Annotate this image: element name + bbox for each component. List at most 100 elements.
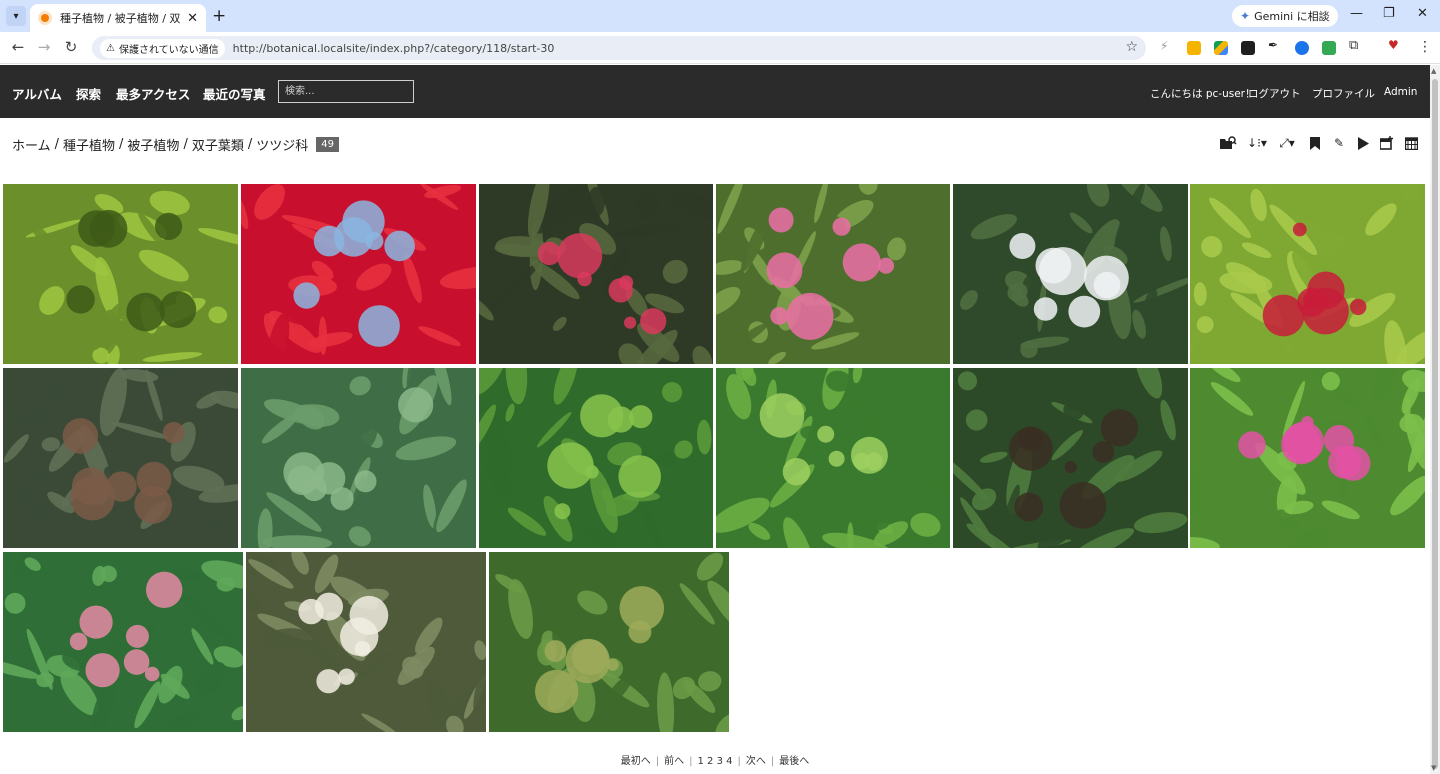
pager-separator: | bbox=[737, 756, 741, 767]
tab-title: 種子植物 / 被子植物 / 双子葉類 bbox=[60, 12, 181, 25]
warning-triangle-icon: ⚠ bbox=[106, 42, 115, 54]
forward-arrow-icon[interactable]: → bbox=[34, 38, 54, 56]
calendar-add-icon[interactable] bbox=[1378, 134, 1396, 152]
profile-avatar-icon[interactable]: ♥ bbox=[1388, 38, 1402, 52]
thumb-pink-azalea-bush[interactable] bbox=[1190, 368, 1425, 548]
thumb-rhododendron-leaves-yellow[interactable] bbox=[3, 184, 238, 364]
favorite-icon[interactable] bbox=[1306, 134, 1324, 152]
puzzle-extensions-icon[interactable]: ⧉ bbox=[1349, 38, 1363, 53]
scroll-up-icon[interactable]: ▲ bbox=[1431, 67, 1436, 75]
thumb-dark-rhododendron-leaves[interactable] bbox=[3, 368, 238, 548]
pager-prev-link[interactable]: 前へ bbox=[664, 756, 684, 767]
thumb-pink-rhododendron-dark[interactable] bbox=[479, 184, 713, 364]
thumbnail-image bbox=[3, 184, 238, 364]
pen-extension-icon[interactable]: ✒ bbox=[1268, 38, 1282, 52]
translate-extension-icon[interactable] bbox=[1322, 41, 1336, 55]
drive-extension-icon[interactable] bbox=[1214, 41, 1228, 55]
thumbnail-image bbox=[1190, 184, 1425, 364]
browser-tab[interactable]: 種子植物 / 被子植物 / 双子葉類 ✕ bbox=[30, 4, 206, 32]
pagination: 最初へ | 前へ | 1 2 3 4 | 次へ | 最後へ bbox=[0, 752, 1430, 767]
edit-icon[interactable]: ✎ bbox=[1330, 134, 1348, 152]
photo-count-badge: 49 bbox=[316, 137, 339, 152]
pager-pages[interactable]: 1 2 3 4 bbox=[698, 756, 733, 767]
new-tab-button[interactable]: + bbox=[212, 6, 226, 26]
sort-icon[interactable]: ↓⁝▾ bbox=[1245, 134, 1269, 152]
breadcrumb-home[interactable]: ホーム bbox=[12, 135, 51, 154]
photo-size-icon[interactable]: ⤢▾ bbox=[1275, 134, 1299, 152]
site-favicon-icon bbox=[38, 11, 52, 25]
thumbnail-image bbox=[716, 184, 950, 364]
thumbnail-image bbox=[953, 368, 1188, 548]
chevron-down-icon: ▾ bbox=[13, 10, 19, 22]
nav-albums[interactable]: アルバム bbox=[12, 84, 62, 103]
tab-search-button[interactable]: ▾ bbox=[6, 6, 26, 26]
breadcrumb-separator: / bbox=[183, 137, 188, 152]
thumbnail-image bbox=[3, 552, 243, 732]
thumbnail-image bbox=[489, 552, 729, 732]
pager-first-link[interactable]: 最初へ bbox=[621, 756, 651, 767]
restore-icon[interactable]: ❐ bbox=[1383, 6, 1395, 21]
slideshow-icon[interactable] bbox=[1354, 134, 1372, 152]
browser-toolbar: ← → ↻ ⚠ 保護されていない通信 http://botanical.loca… bbox=[0, 32, 1440, 64]
search-input[interactable] bbox=[278, 80, 414, 103]
greeting-text: こんにちは pc-user！ bbox=[1150, 88, 1256, 100]
window-close-icon[interactable]: ✕ bbox=[1417, 6, 1428, 21]
kebab-menu-icon[interactable]: ⋮ bbox=[1418, 39, 1432, 55]
script-extension-icon[interactable] bbox=[1241, 41, 1255, 55]
logout-link[interactable]: ログアウト bbox=[1248, 86, 1301, 101]
thumb-red-rhododendron-sky[interactable] bbox=[241, 184, 476, 364]
thumb-strawberry-tree-fruit[interactable] bbox=[489, 552, 729, 732]
bookmark-star-icon[interactable]: ☆ bbox=[1125, 39, 1138, 55]
keep-extension-icon[interactable] bbox=[1187, 41, 1201, 55]
gemini-button[interactable]: ✦ Gemini に相談 bbox=[1232, 5, 1338, 27]
breadcrumb-dicots[interactable]: 双子葉類 bbox=[192, 135, 244, 154]
lightning-extension-icon[interactable]: ⚡ bbox=[1160, 39, 1174, 53]
thumb-azalea-shrub-leaves[interactable] bbox=[953, 368, 1188, 548]
scrollbar-thumb[interactable] bbox=[1432, 79, 1438, 769]
search-in-album-icon[interactable] bbox=[1219, 134, 1237, 152]
browser-tab-strip: ▾ 種子植物 / 被子植物 / 双子葉類 ✕ + ✦ Gemini に相談 — … bbox=[0, 0, 1440, 32]
thumbnail-image bbox=[716, 368, 950, 548]
url-text[interactable]: http://botanical.localsite/index.php?/ca… bbox=[233, 42, 555, 55]
thumb-white-bell-flowers[interactable] bbox=[246, 552, 486, 732]
breadcrumb-ericaceae: ツツジ科 bbox=[256, 139, 309, 154]
gemini-sparkle-icon: ✦ bbox=[1240, 9, 1251, 23]
thumb-green-rhododendron-leaves[interactable] bbox=[241, 368, 476, 548]
breadcrumb-separator: / bbox=[54, 137, 60, 152]
calendar-icon[interactable] bbox=[1402, 134, 1420, 152]
nav-explore[interactable]: 探索 bbox=[76, 84, 101, 103]
close-icon[interactable]: ✕ bbox=[187, 11, 198, 26]
thumb-white-azalea[interactable] bbox=[953, 184, 1188, 364]
google-extension-icon[interactable] bbox=[1295, 41, 1309, 55]
pager-separator: | bbox=[689, 756, 693, 767]
pager-separator: | bbox=[655, 756, 660, 767]
thumb-pink-pieris-buds[interactable] bbox=[3, 552, 243, 732]
thumb-red-azalea-buds[interactable] bbox=[1190, 184, 1425, 364]
minimize-icon[interactable]: — bbox=[1350, 6, 1363, 21]
breadcrumb-separator: / bbox=[119, 137, 124, 152]
security-warning-chip[interactable]: ⚠ 保護されていない通信 bbox=[100, 38, 225, 58]
thumb-needle-shrub-1[interactable] bbox=[479, 368, 713, 548]
nav-recent-photos[interactable]: 最近の写真 bbox=[203, 84, 266, 103]
pager-separator: | bbox=[770, 756, 775, 767]
admin-link[interactable]: Admin bbox=[1384, 86, 1417, 98]
pager-last-link[interactable]: 最後へ bbox=[779, 756, 809, 767]
thumb-needle-shrub-2[interactable] bbox=[716, 368, 950, 548]
breadcrumb-seed-plants[interactable]: 種子植物 bbox=[63, 135, 115, 154]
nav-most-visited[interactable]: 最多アクセス bbox=[116, 84, 190, 103]
thumbnail-image bbox=[241, 184, 476, 364]
scroll-down-icon[interactable]: ▼ bbox=[1431, 764, 1436, 772]
pager-next-link[interactable]: 次へ bbox=[746, 756, 766, 767]
breadcrumb: ホーム / 種子植物 / 被子植物 / 双子葉類 / ツツジ科 49 bbox=[12, 135, 339, 154]
breadcrumb-angiosperms[interactable]: 被子植物 bbox=[127, 135, 179, 154]
gemini-label: Gemini に相談 bbox=[1254, 10, 1330, 23]
thumbnail-image bbox=[1190, 368, 1425, 548]
reload-icon[interactable]: ↻ bbox=[61, 38, 81, 56]
address-bar[interactable]: ⚠ 保護されていない通信 http://botanical.localsite/… bbox=[92, 36, 1146, 60]
thumbnail-image bbox=[246, 552, 486, 732]
thumb-pink-azalea-flower[interactable] bbox=[716, 184, 950, 364]
page-scrollbar[interactable]: ▲ ▼ bbox=[1430, 65, 1440, 774]
profile-link[interactable]: プロファイル bbox=[1312, 86, 1375, 101]
back-arrow-icon[interactable]: ← bbox=[8, 38, 28, 56]
thumbnail-image bbox=[479, 184, 713, 364]
